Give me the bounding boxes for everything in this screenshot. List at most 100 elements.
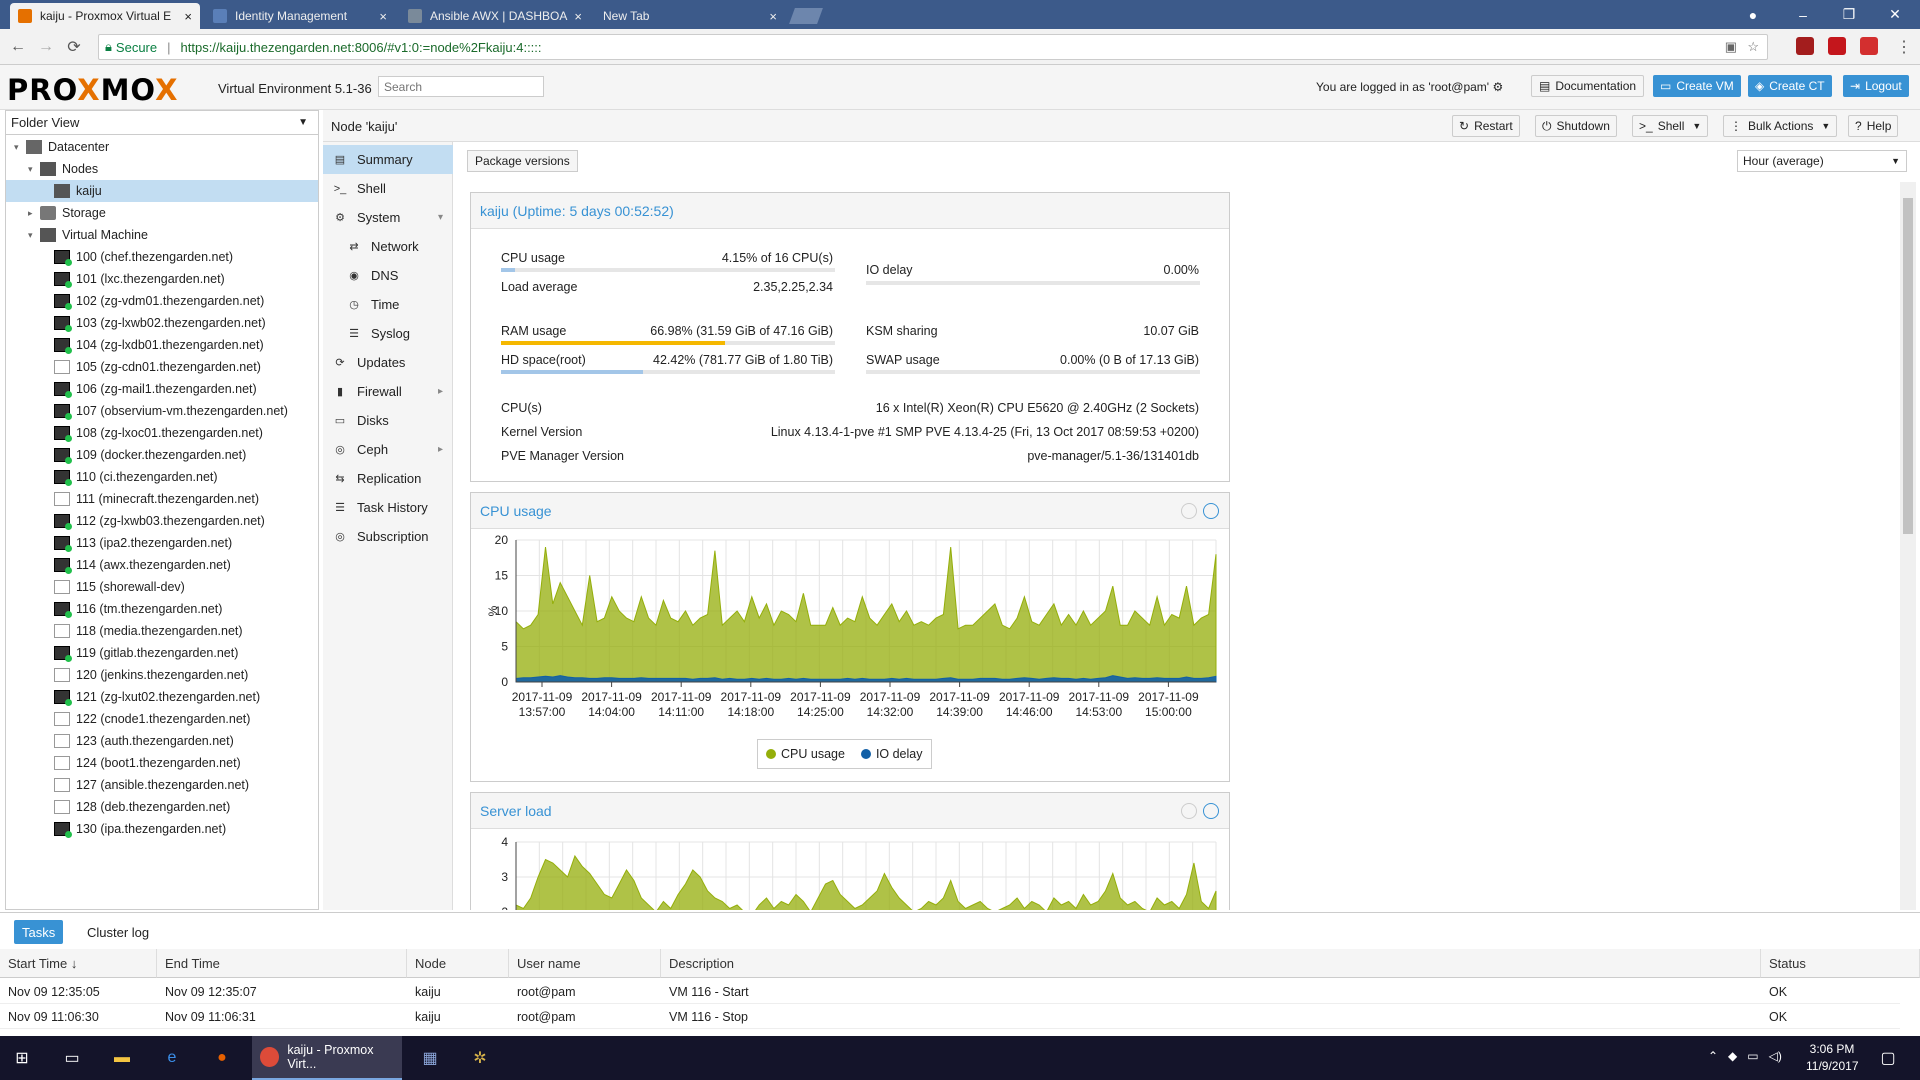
tree-vm-123[interactable]: 123 (auth.thezengarden.net) (6, 730, 318, 752)
nav-shell[interactable]: >_ Shell (323, 174, 453, 203)
tree-vm-107[interactable]: 107 (observium-vm.thezengarden.net) (6, 400, 318, 422)
extension-lastpass-icon[interactable] (1860, 37, 1878, 55)
restart-button[interactable]: ↻ Restart (1452, 115, 1520, 137)
legend-io-delay[interactable]: IO delay (876, 747, 923, 761)
expander-icon[interactable]: ▸ (28, 208, 40, 219)
table-row[interactable]: Nov 09 11:06:30 Nov 09 11:06:31 kaiju root@… (0, 1005, 1900, 1029)
tree-storage[interactable]: ▸ Storage (6, 202, 318, 224)
file-explorer-icon[interactable]: ▬ (106, 1042, 138, 1074)
tree-virtual-machine[interactable]: ▾ Virtual Machine (6, 224, 318, 246)
nav-summary[interactable]: ▤ Summary (323, 145, 453, 174)
tree-vm-108[interactable]: 108 (zg-lxoc01.thezengarden.net) (6, 422, 318, 444)
taskbar-active-window[interactable]: kaiju - Proxmox Virt... (252, 1036, 402, 1080)
logout-button[interactable]: ⇥ Logout (1843, 75, 1909, 97)
help-button[interactable]: ? Help (1848, 115, 1899, 137)
column-header-1[interactable]: End Time (157, 949, 407, 978)
translate-icon[interactable]: ▣ (1725, 39, 1737, 55)
close-tab-icon[interactable]: × (379, 9, 387, 24)
close-tab-icon[interactable]: × (574, 9, 582, 24)
column-header-4[interactable]: Description (661, 949, 1761, 978)
tree-vm-124[interactable]: 124 (boot1.thezengarden.net) (6, 752, 318, 774)
minimize-button[interactable]: – (1780, 0, 1826, 29)
task-view-icon[interactable]: ▭ (56, 1042, 88, 1074)
edge-icon[interactable]: e (156, 1042, 188, 1074)
table-row[interactable]: Nov 09 12:35:05 Nov 09 12:35:07 kaiju root@… (0, 980, 1900, 1004)
nav-time[interactable]: ◷ Time (323, 290, 453, 319)
system-tray[interactable]: ⌃ ◆ ▭ ◁) (1708, 1049, 1782, 1063)
extension-shield-icon[interactable] (1796, 37, 1814, 55)
column-header-5[interactable]: Status (1761, 949, 1920, 978)
expander-icon[interactable]: ▾ (28, 164, 40, 175)
column-header-2[interactable]: Node (407, 949, 509, 978)
zoom-reset-icon[interactable] (1181, 803, 1197, 819)
shell-button[interactable]: >_ Shell ▼ (1632, 115, 1709, 137)
tree-vm-110[interactable]: 110 (ci.thezengarden.net) (6, 466, 318, 488)
profile-icon[interactable]: ● (1730, 0, 1776, 29)
tree-vm-100[interactable]: 100 (chef.thezengarden.net) (6, 246, 318, 268)
clock[interactable]: 3:06 PM 11/9/2017 (1806, 1042, 1859, 1073)
browser-tab-proxmox[interactable]: kaiju - Proxmox Virtual E × (10, 3, 200, 29)
tree-vm-109[interactable]: 109 (docker.thezengarden.net) (6, 444, 318, 466)
tab-cluster-log[interactable]: Cluster log (79, 920, 157, 944)
zoom-reset-icon[interactable] (1181, 503, 1197, 519)
tree-vm-114[interactable]: 114 (awx.thezengarden.net) (6, 554, 318, 576)
nav-syslog[interactable]: ☰ Syslog (323, 319, 453, 348)
nav-ceph[interactable]: ◎ Ceph ▸ (323, 435, 453, 464)
extension-ublock-icon[interactable] (1828, 37, 1846, 55)
nav-task-history[interactable]: ☰ Task History (323, 493, 453, 522)
notifications-icon[interactable]: ▢ (1872, 1042, 1904, 1074)
browser-tab-identity[interactable]: Identity Management × (205, 3, 395, 29)
browser-tab-awx[interactable]: Ansible AWX | DASHBOA × (400, 3, 590, 29)
tree-vm-103[interactable]: 103 (zg-lxwb02.thezengarden.net) (6, 312, 318, 334)
expander-icon[interactable]: ▾ (14, 142, 26, 153)
content-scrollbar[interactable] (1900, 182, 1916, 910)
close-tab-icon[interactable]: × (184, 9, 192, 24)
nav-dns[interactable]: ◉ DNS (323, 261, 453, 290)
maximize-button[interactable]: ❐ (1826, 0, 1872, 29)
network-app-icon[interactable]: ▦ (414, 1042, 446, 1074)
shutdown-button[interactable]: ⏻ Shutdown (1535, 115, 1617, 137)
tree-vm-112[interactable]: 112 (zg-lxwb03.thezengarden.net) (6, 510, 318, 532)
nav-replication[interactable]: ⇆ Replication (323, 464, 453, 493)
tree-nodes[interactable]: ▾ Nodes (6, 158, 318, 180)
tree-vm-101[interactable]: 101 (lxc.thezengarden.net) (6, 268, 318, 290)
close-window-button[interactable]: ✕ (1872, 0, 1918, 29)
url-input[interactable]: 🔒︎ Secure | https://kaiju.thezengarden.n… (98, 34, 1768, 60)
column-header-3[interactable]: User name (509, 949, 661, 978)
documentation-button[interactable]: ▤ Documentation (1531, 75, 1645, 97)
firefox-icon[interactable]: ● (206, 1042, 238, 1074)
back-icon[interactable]: ← (6, 35, 30, 59)
tree-vm-102[interactable]: 102 (zg-vdm01.thezengarden.net) (6, 290, 318, 312)
tree-vm-116[interactable]: 116 (tm.thezengarden.net) (6, 598, 318, 620)
create-ct-button[interactable]: ◈ Create CT (1748, 75, 1832, 97)
bookmark-star-icon[interactable]: ☆ (1747, 39, 1759, 55)
tree-datacenter[interactable]: ▾ Datacenter (6, 136, 318, 158)
tree-vm-111[interactable]: 111 (minecraft.thezengarden.net) (6, 488, 318, 510)
tree-vm-115[interactable]: 115 (shorewall-dev) (6, 576, 318, 598)
reload-icon[interactable]: ⟳ (62, 35, 86, 59)
tree-node-kaiju[interactable]: kaiju (6, 180, 318, 202)
windows-start-icon[interactable]: ⊞ (6, 1042, 38, 1074)
zoom-icon[interactable] (1203, 503, 1219, 519)
tree-vm-120[interactable]: 120 (jenkins.thezengarden.net) (6, 664, 318, 686)
scrollbar-thumb[interactable] (1903, 198, 1913, 534)
forward-icon[interactable]: → (34, 35, 58, 59)
bulk-actions-button[interactable]: ⋮ Bulk Actions ▼ (1723, 115, 1838, 137)
column-header-0[interactable]: Start Time ↓ (0, 949, 157, 978)
tree-vm-121[interactable]: 121 (zg-lxut02.thezengarden.net) (6, 686, 318, 708)
timeframe-select[interactable]: Hour (average) ▼ (1737, 150, 1907, 172)
expander-icon[interactable]: ▾ (28, 230, 40, 241)
legend-cpu-usage[interactable]: CPU usage (781, 747, 845, 761)
nav-updates[interactable]: ⟳ Updates (323, 348, 453, 377)
tab-tasks[interactable]: Tasks (14, 920, 64, 944)
tree-vm-130[interactable]: 130 (ipa.thezengarden.net) (6, 818, 318, 840)
menu-icon[interactable]: ⋮ (1892, 35, 1916, 59)
tree-vm-104[interactable]: 104 (zg-lxdb01.thezengarden.net) (6, 334, 318, 356)
tree-vm-119[interactable]: 119 (gitlab.thezengarden.net) (6, 642, 318, 664)
view-selector[interactable]: Folder View ▼ (6, 111, 318, 135)
tree-vm-113[interactable]: 113 (ipa2.thezengarden.net) (6, 532, 318, 554)
gear-icon[interactable]: ⚙ (1492, 80, 1503, 94)
tree-vm-118[interactable]: 118 (media.thezengarden.net) (6, 620, 318, 642)
tree-vm-128[interactable]: 128 (deb.thezengarden.net) (6, 796, 318, 818)
settings-app-icon[interactable]: ✲ (464, 1042, 496, 1074)
